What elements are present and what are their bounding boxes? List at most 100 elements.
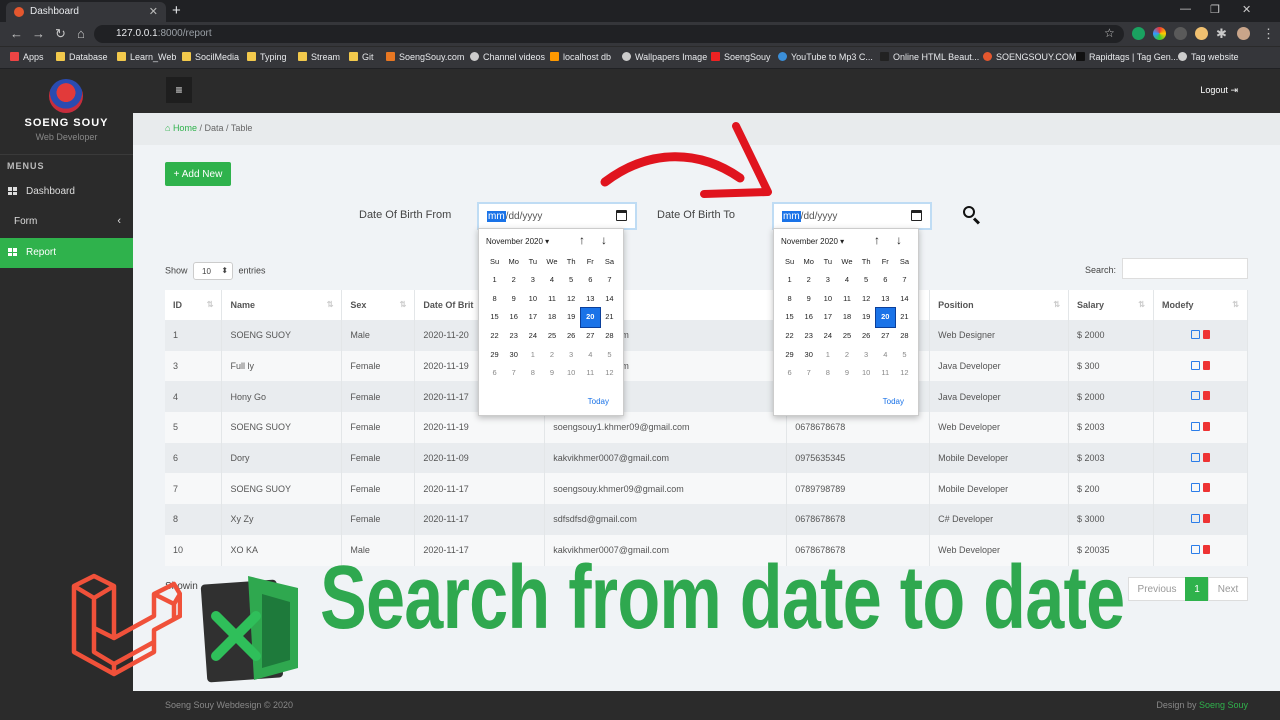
calendar-day[interactable]: 17 [523,308,542,327]
arrow-down-icon[interactable]: ↓ [896,233,902,247]
calendar-day[interactable]: 24 [523,327,542,346]
delete-icon[interactable] [1202,544,1210,554]
calendar-day[interactable]: 21 [600,308,619,327]
bookmark[interactable]: Learn_Web [117,52,176,62]
sidebar-item-dashboard[interactable]: Dashboard [0,177,133,207]
hamburger-menu-button[interactable]: ≡ [166,77,192,103]
column-header[interactable]: Modefy ⇅ [1153,290,1249,320]
calendar-day[interactable]: 2 [542,346,561,365]
close-tab-icon[interactable]: ✕ [149,5,158,18]
bookmark[interactable]: Rapidtags | Tag Gen... [1076,52,1178,62]
entries-select[interactable]: 10 [193,262,234,280]
calendar-day[interactable]: 8 [523,364,542,383]
calendar-day[interactable]: 11 [876,364,895,383]
today-button[interactable]: Today [588,397,609,406]
edit-icon[interactable] [1190,452,1200,462]
calendar-day[interactable]: 21 [895,308,914,327]
edit-icon[interactable] [1190,329,1200,339]
calendar-day[interactable]: 12 [600,364,619,383]
calendar-day[interactable]: 14 [600,290,619,309]
calendar-day[interactable]: 10 [562,364,581,383]
calendar-day[interactable]: 13 [876,290,895,309]
calendar-day[interactable]: 28 [895,327,914,346]
calendar-day[interactable]: 4 [876,346,895,365]
calendar-day[interactable]: 5 [857,271,876,290]
delete-icon[interactable] [1202,513,1210,523]
calendar-day[interactable]: 7 [799,364,818,383]
calendar-day[interactable]: 25 [837,327,856,346]
minimize-icon[interactable]: — [1180,3,1191,15]
bookmark[interactable]: SoengSouy [711,52,771,62]
calendar-day[interactable]: 6 [876,271,895,290]
reload-icon[interactable]: ↻ [55,26,66,42]
calendar-day[interactable]: 1 [523,346,542,365]
close-window-icon[interactable]: ✕ [1242,3,1251,16]
column-header[interactable]: Position ⇅ [929,290,1070,320]
calendar-day[interactable]: 27 [876,327,895,346]
calendar-day[interactable]: 18 [837,308,856,327]
calendar-day[interactable]: 23 [504,327,523,346]
bookmark[interactable]: Wallpapers Image [622,52,707,62]
page-1-button[interactable]: 1 [1185,577,1209,601]
calendar-day[interactable]: 3 [857,346,876,365]
profile-avatar[interactable] [1237,27,1250,40]
month-select[interactable]: November 2020 ▾ [781,237,844,246]
delete-icon[interactable] [1202,452,1210,462]
column-header[interactable]: Name ⇅ [221,290,343,320]
today-button[interactable]: Today [883,397,904,406]
calendar-day[interactable]: 15 [780,308,799,327]
forward-icon[interactable]: → [32,26,45,41]
calendar-day[interactable]: 3 [562,346,581,365]
calendar-day[interactable]: 4 [837,271,856,290]
footer-author-link[interactable]: Soeng Souy [1199,700,1248,710]
bookmark[interactable]: Typing [247,52,287,62]
calendar-day[interactable]: 15 [485,308,504,327]
calendar-icon[interactable] [616,210,627,221]
calendar-day[interactable]: 27 [581,327,600,346]
calendar-day[interactable]: 12 [895,364,914,383]
calendar-day[interactable]: 20 [874,307,896,329]
calendar-day[interactable]: 19 [857,308,876,327]
bookmark[interactable]: Tag website [1178,52,1239,62]
calendar-day[interactable]: 9 [504,290,523,309]
calendar-day[interactable]: 4 [542,271,561,290]
bookmark[interactable]: Channel videos [470,52,545,62]
delete-icon[interactable] [1202,421,1210,431]
edit-icon[interactable] [1190,421,1200,431]
add-new-button[interactable]: + Add New [165,162,231,186]
edit-icon[interactable] [1190,360,1200,370]
new-tab-icon[interactable]: + [172,2,181,19]
calendar-day[interactable]: 5 [562,271,581,290]
delete-icon[interactable] [1202,483,1210,493]
calendar-day[interactable]: 9 [837,364,856,383]
dob-to-input[interactable]: mm/dd/yyyy [772,202,932,230]
calendar-day[interactable]: 10 [523,290,542,309]
delete-icon[interactable] [1202,391,1210,401]
extension-icon[interactable] [1174,27,1187,40]
bookmark[interactable]: localhost db [550,52,611,62]
calendar-day[interactable]: 8 [485,290,504,309]
column-header[interactable]: Salary ⇅ [1068,290,1154,320]
column-header[interactable]: Sex ⇅ [341,290,416,320]
calendar-day[interactable]: 3 [818,271,837,290]
delete-icon[interactable] [1202,329,1210,339]
calendar-day[interactable]: 1 [780,271,799,290]
calendar-day[interactable]: 6 [485,364,504,383]
calendar-day[interactable]: 8 [818,364,837,383]
calendar-day[interactable]: 14 [895,290,914,309]
calendar-day[interactable]: 20 [579,307,601,329]
bookmark[interactable]: SOENGSOUY.COM [983,52,1076,62]
bookmark[interactable]: Apps [10,52,44,62]
calendar-day[interactable]: 11 [581,364,600,383]
back-icon[interactable]: ← [10,26,23,41]
calendar-day[interactable]: 26 [562,327,581,346]
extension-icon[interactable] [1195,27,1208,40]
bookmark[interactable]: SocilMedia [182,52,239,62]
calendar-day[interactable]: 17 [818,308,837,327]
calendar-day[interactable]: 6 [581,271,600,290]
calendar-day[interactable]: 11 [837,290,856,309]
calendar-day[interactable]: 5 [600,346,619,365]
calendar-day[interactable]: 18 [542,308,561,327]
search-icon[interactable] [963,206,983,226]
calendar-day[interactable]: 11 [542,290,561,309]
